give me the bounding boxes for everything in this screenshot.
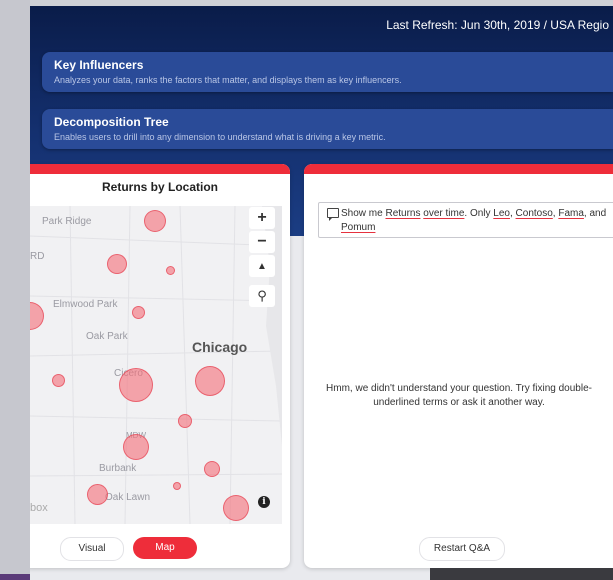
- left-edge: [0, 0, 30, 580]
- place-label: Oak Park: [86, 331, 128, 342]
- zoom-out-button[interactable]: −: [249, 231, 275, 253]
- card-accent-bar: [304, 164, 613, 174]
- banner-subtitle: Analyzes your data, ranks the factors th…: [54, 75, 402, 85]
- last-refresh-text: Last Refresh: Jun 30th, 2019 / USA Regio: [386, 18, 609, 32]
- query-token-underlined[interactable]: Leo: [493, 208, 510, 219]
- query-token-underlined[interactable]: Contoso: [516, 208, 553, 219]
- zoom-in-button[interactable]: +: [249, 207, 275, 229]
- banner-title: Decomposition Tree: [54, 115, 169, 129]
- qa-question-input[interactable]: Show me Returns over time. Only Leo, Con…: [318, 202, 613, 238]
- visual-toggle-button[interactable]: Visual: [60, 537, 124, 561]
- decomposition-tree-banner[interactable]: Decomposition Tree Enables users to dril…: [42, 109, 613, 149]
- location-bubble[interactable]: [144, 210, 166, 232]
- left-edge-accent: [0, 574, 30, 580]
- app-frame: Last Refresh: Jun 30th, 2019 / USA Regio…: [30, 6, 613, 580]
- qa-card: Show me Returns over time. Only Leo, Con…: [304, 164, 613, 568]
- city-label: Chicago: [192, 339, 248, 355]
- location-bubble[interactable]: [178, 414, 192, 428]
- query-token-underlined[interactable]: Returns: [385, 208, 420, 219]
- map-background: [30, 206, 282, 524]
- taskbar-fragment: [430, 568, 613, 580]
- query-token-underlined[interactable]: over time: [423, 208, 464, 219]
- restart-qa-button[interactable]: Restart Q&A: [419, 537, 505, 561]
- place-label: Oak Lawn: [105, 492, 151, 503]
- info-icon[interactable]: i: [258, 496, 270, 508]
- query-token: . Only: [464, 208, 494, 219]
- query-token: Show me: [341, 208, 386, 219]
- map-canvas[interactable]: Park Ridge RD Elmwood Park Oak Park Cice…: [30, 206, 282, 524]
- place-label: Park Ridge: [42, 216, 92, 227]
- map-toggle-button[interactable]: Map: [133, 537, 197, 559]
- map-title: Returns by Location: [101, 180, 218, 194]
- key-influencers-banner[interactable]: Key Influencers Analyzes your data, rank…: [42, 52, 613, 92]
- qa-query-text: Show me Returns over time. Only Leo, Con…: [341, 207, 611, 235]
- query-token: , and: [583, 208, 607, 219]
- location-bubble[interactable]: [204, 461, 220, 477]
- map-search-button[interactable]: ⚲: [249, 285, 275, 307]
- qa-error-message: Hmm, we didn't understand your question.…: [326, 383, 592, 408]
- compass-button[interactable]: ▲: [249, 255, 275, 277]
- location-bubble[interactable]: [173, 482, 181, 490]
- place-label: RD: [30, 251, 45, 262]
- location-bubble[interactable]: [166, 266, 175, 275]
- location-bubble[interactable]: [223, 495, 249, 521]
- location-bubble[interactable]: [52, 374, 65, 387]
- card-accent-bar: [30, 164, 290, 174]
- banner-title: Key Influencers: [54, 58, 144, 72]
- location-bubble[interactable]: [195, 366, 225, 396]
- query-token-underlined[interactable]: Pomum: [341, 222, 375, 233]
- map-attribution: box: [30, 502, 48, 514]
- banner-subtitle: Enables users to drill into any dimensio…: [54, 132, 386, 142]
- chat-bubble-icon: [327, 208, 339, 221]
- location-bubble[interactable]: [123, 434, 149, 460]
- place-label: Elmwood Park: [53, 299, 118, 310]
- location-bubble[interactable]: [87, 484, 108, 505]
- location-bubble[interactable]: [107, 254, 127, 274]
- place-label: Burbank: [99, 463, 137, 474]
- query-token-underlined[interactable]: Fama: [558, 208, 584, 219]
- location-bubble[interactable]: [119, 368, 153, 402]
- location-bubble[interactable]: [132, 306, 145, 319]
